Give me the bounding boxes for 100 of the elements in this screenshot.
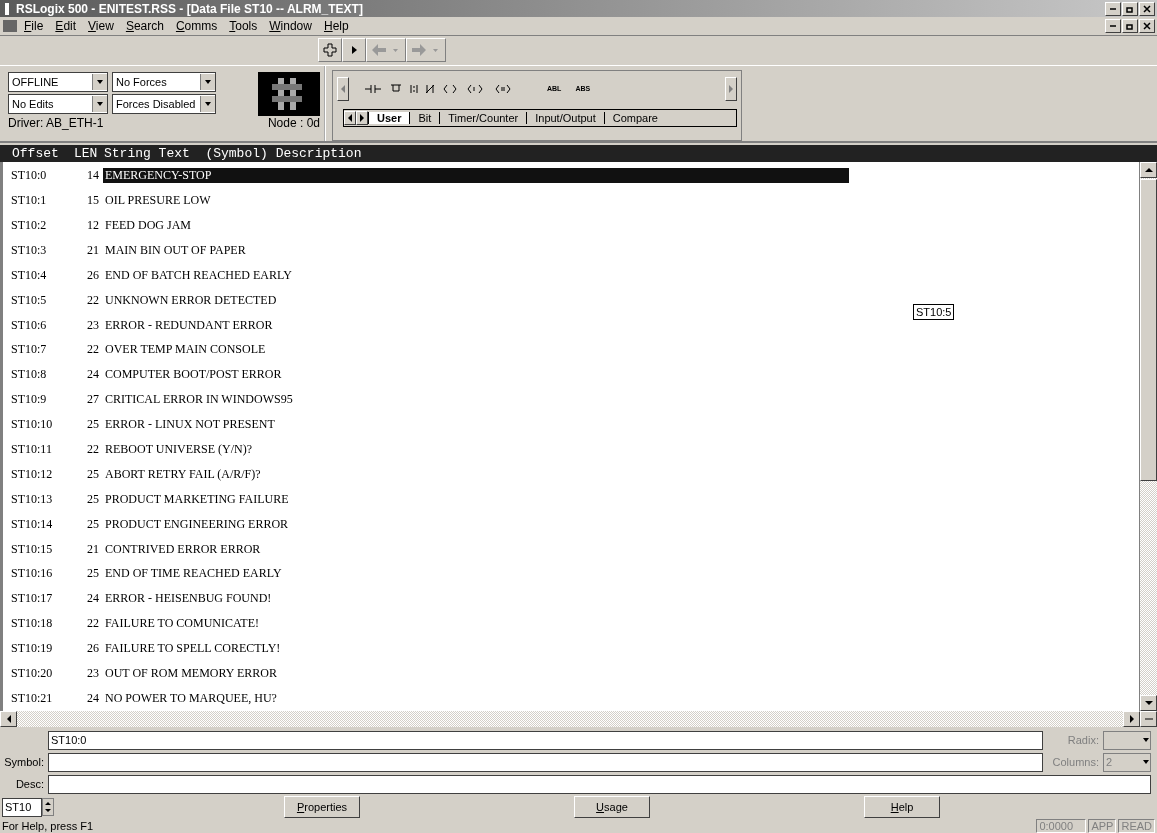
minimize-button[interactable] <box>1105 19 1121 34</box>
minimize-icon <box>1110 25 1116 28</box>
offset-cell-text: ST10:6 <box>11 317 48 333</box>
forces-state-dropdown[interactable]: Forces Disabled <box>112 93 216 114</box>
string-cell[interactable]: END OF TIME REACHED EARLY <box>103 566 282 582</box>
right-arrow-icon <box>411 43 441 58</box>
string-cell[interactable]: NO POWER TO MARQUEE, HU? <box>103 690 277 706</box>
string-cell[interactable]: ERROR - REDUNDANT ERROR <box>103 317 273 333</box>
menu-item[interactable]: Help <box>317 19 355 34</box>
string-cell[interactable]: EMERGENCY-STOP <box>103 168 849 184</box>
menu-item[interactable]: Edit <box>49 19 83 34</box>
vertical-scrollbar[interactable] <box>1139 162 1157 711</box>
string-cell[interactable]: PRODUCT MARKETING FAILURE <box>103 491 289 507</box>
scroll-right-button[interactable] <box>725 76 737 101</box>
mode-dropdown[interactable]: OFFLINE <box>8 71 108 92</box>
dialog-button[interactable]: Help <box>864 796 940 819</box>
offset-cell-text: ST10:3 <box>11 242 48 258</box>
restore-button[interactable] <box>1122 19 1138 34</box>
string-cell[interactable]: OIL PRESURE LOW <box>103 193 211 209</box>
minus-icon <box>1144 716 1153 721</box>
down-arrow-icon <box>96 99 104 108</box>
length-cell-text: 27 <box>86 392 100 408</box>
menu-item[interactable]: Tools <box>223 19 264 34</box>
offset-cell-text: ST10:15 <box>11 541 54 557</box>
symbol-field[interactable] <box>48 752 1043 772</box>
menu-item[interactable]: View <box>82 19 120 34</box>
string-cell[interactable]: MAIN BIN OUT OF PAPER <box>103 242 246 258</box>
close-icon <box>1143 4 1151 13</box>
palette-tab[interactable]: User <box>368 111 410 124</box>
cross-button[interactable] <box>318 38 342 63</box>
tab-left-button[interactable] <box>344 110 356 125</box>
string-cell[interactable]: OUT OF ROM MEMORY ERROR <box>103 666 278 681</box>
offset-cell-text: ST10:20 <box>11 666 54 681</box>
string-cell[interactable]: FEED DOG JAM <box>103 217 191 233</box>
string-cell[interactable]: ERROR - LINUX NOT PRESENT <box>103 417 275 433</box>
right-triangle-icon <box>728 84 734 93</box>
file-field[interactable]: ST10 <box>2 797 42 817</box>
palette-tab[interactable]: Input/Output <box>526 111 604 124</box>
scroll-down-button[interactable] <box>1140 694 1157 711</box>
offset-cell-text: ST10:8 <box>11 367 48 383</box>
string-cell[interactable]: FAILURE TO SPELL CORECTLY! <box>103 641 281 657</box>
dialog-button[interactable]: Usage <box>574 796 650 819</box>
forces-dropdown[interactable]: No Forces <box>112 71 216 92</box>
offset-cell-text: ST10:7 <box>11 342 48 358</box>
radix-label: Radix: <box>1066 734 1099 747</box>
palette-tab[interactable]: Bit <box>409 111 440 124</box>
scroll-up-button[interactable] <box>1140 162 1157 179</box>
offset-cell-text: ST10:14 <box>11 516 54 532</box>
app-pane: APP <box>1088 819 1117 833</box>
palette-tab[interactable]: Compare <box>603 111 666 124</box>
string-cell[interactable]: UNKNOWN ERROR DETECTED <box>103 292 277 308</box>
menu-item[interactable]: Window <box>263 19 318 34</box>
minimize-icon <box>1110 7 1116 10</box>
string-cell[interactable]: COMPUTER BOOT/POST ERROR <box>103 367 282 383</box>
scroll-thumb[interactable] <box>1140 179 1157 482</box>
offset-cell-text: ST10:17 <box>11 591 54 607</box>
string-cell[interactable]: ERROR - HEISENBUG FOUND! <box>103 591 272 607</box>
columns-label: Columns: <box>1051 756 1099 769</box>
back-button[interactable] <box>366 38 406 63</box>
desc-label: Desc: <box>14 778 44 791</box>
menu-item[interactable]: Comms <box>169 19 224 34</box>
menu-item[interactable]: File <box>18 19 50 34</box>
forward-button[interactable] <box>406 38 446 63</box>
string-cell[interactable]: CRITICAL ERROR IN WINDOWS95 <box>103 392 293 408</box>
minimize-button[interactable] <box>1105 1 1121 16</box>
length-cell-text: 24 <box>86 367 100 383</box>
string-cell[interactable]: OVER TEMP MAIN CONSOLE <box>103 342 266 358</box>
palette-tab[interactable]: Timer/Counter <box>439 111 527 124</box>
string-cell[interactable]: PRODUCT ENGINEERING ERROR <box>103 516 289 532</box>
offset-cell-text: ST10:10 <box>11 417 54 433</box>
string-cell[interactable]: CONTRIVED ERROR ERROR <box>103 541 261 557</box>
dialog-button[interactable]: Properties <box>284 796 360 819</box>
length-cell-text: 25 <box>86 516 100 532</box>
spin-icon[interactable] <box>42 798 54 817</box>
play-button[interactable] <box>342 38 366 63</box>
length-cell-text: 23 <box>86 317 100 333</box>
menu-item[interactable]: Search <box>119 19 170 34</box>
restore-button[interactable] <box>1122 1 1138 16</box>
length-cell-text: 22 <box>86 616 100 632</box>
tooltip: ST10:5 <box>913 304 955 321</box>
edits-dropdown[interactable]: No Edits <box>8 93 108 114</box>
description-field[interactable] <box>48 774 1151 794</box>
scroll-left-button[interactable] <box>337 76 349 101</box>
down-arrow-icon <box>204 99 212 108</box>
close-button[interactable] <box>1139 19 1155 34</box>
tab-right-button[interactable] <box>356 110 368 125</box>
string-cell[interactable]: FAILURE TO COMUNICATE! <box>103 616 259 632</box>
string-cell[interactable]: END OF BATCH REACHED EARLY <box>103 267 292 283</box>
string-cell[interactable]: REBOOT UNIVERSE (Y/N)? <box>103 442 253 457</box>
address-field[interactable]: ST10:0 <box>48 730 1043 750</box>
driver-label: Driver: AB_ETH-1 <box>8 115 105 130</box>
close-button[interactable] <box>1139 1 1155 16</box>
app-icon <box>2 1 12 16</box>
left-triangle-icon <box>340 84 346 93</box>
offset-cell-text: ST10:13 <box>11 491 54 507</box>
string-cell[interactable]: ABORT RETRY FAIL (A/R/F)? <box>103 466 261 482</box>
length-cell-text: 22 <box>86 442 100 457</box>
length-cell-text: 26 <box>86 267 100 283</box>
length-cell-text: 24 <box>86 690 100 706</box>
length-cell-text: 25 <box>86 491 100 507</box>
